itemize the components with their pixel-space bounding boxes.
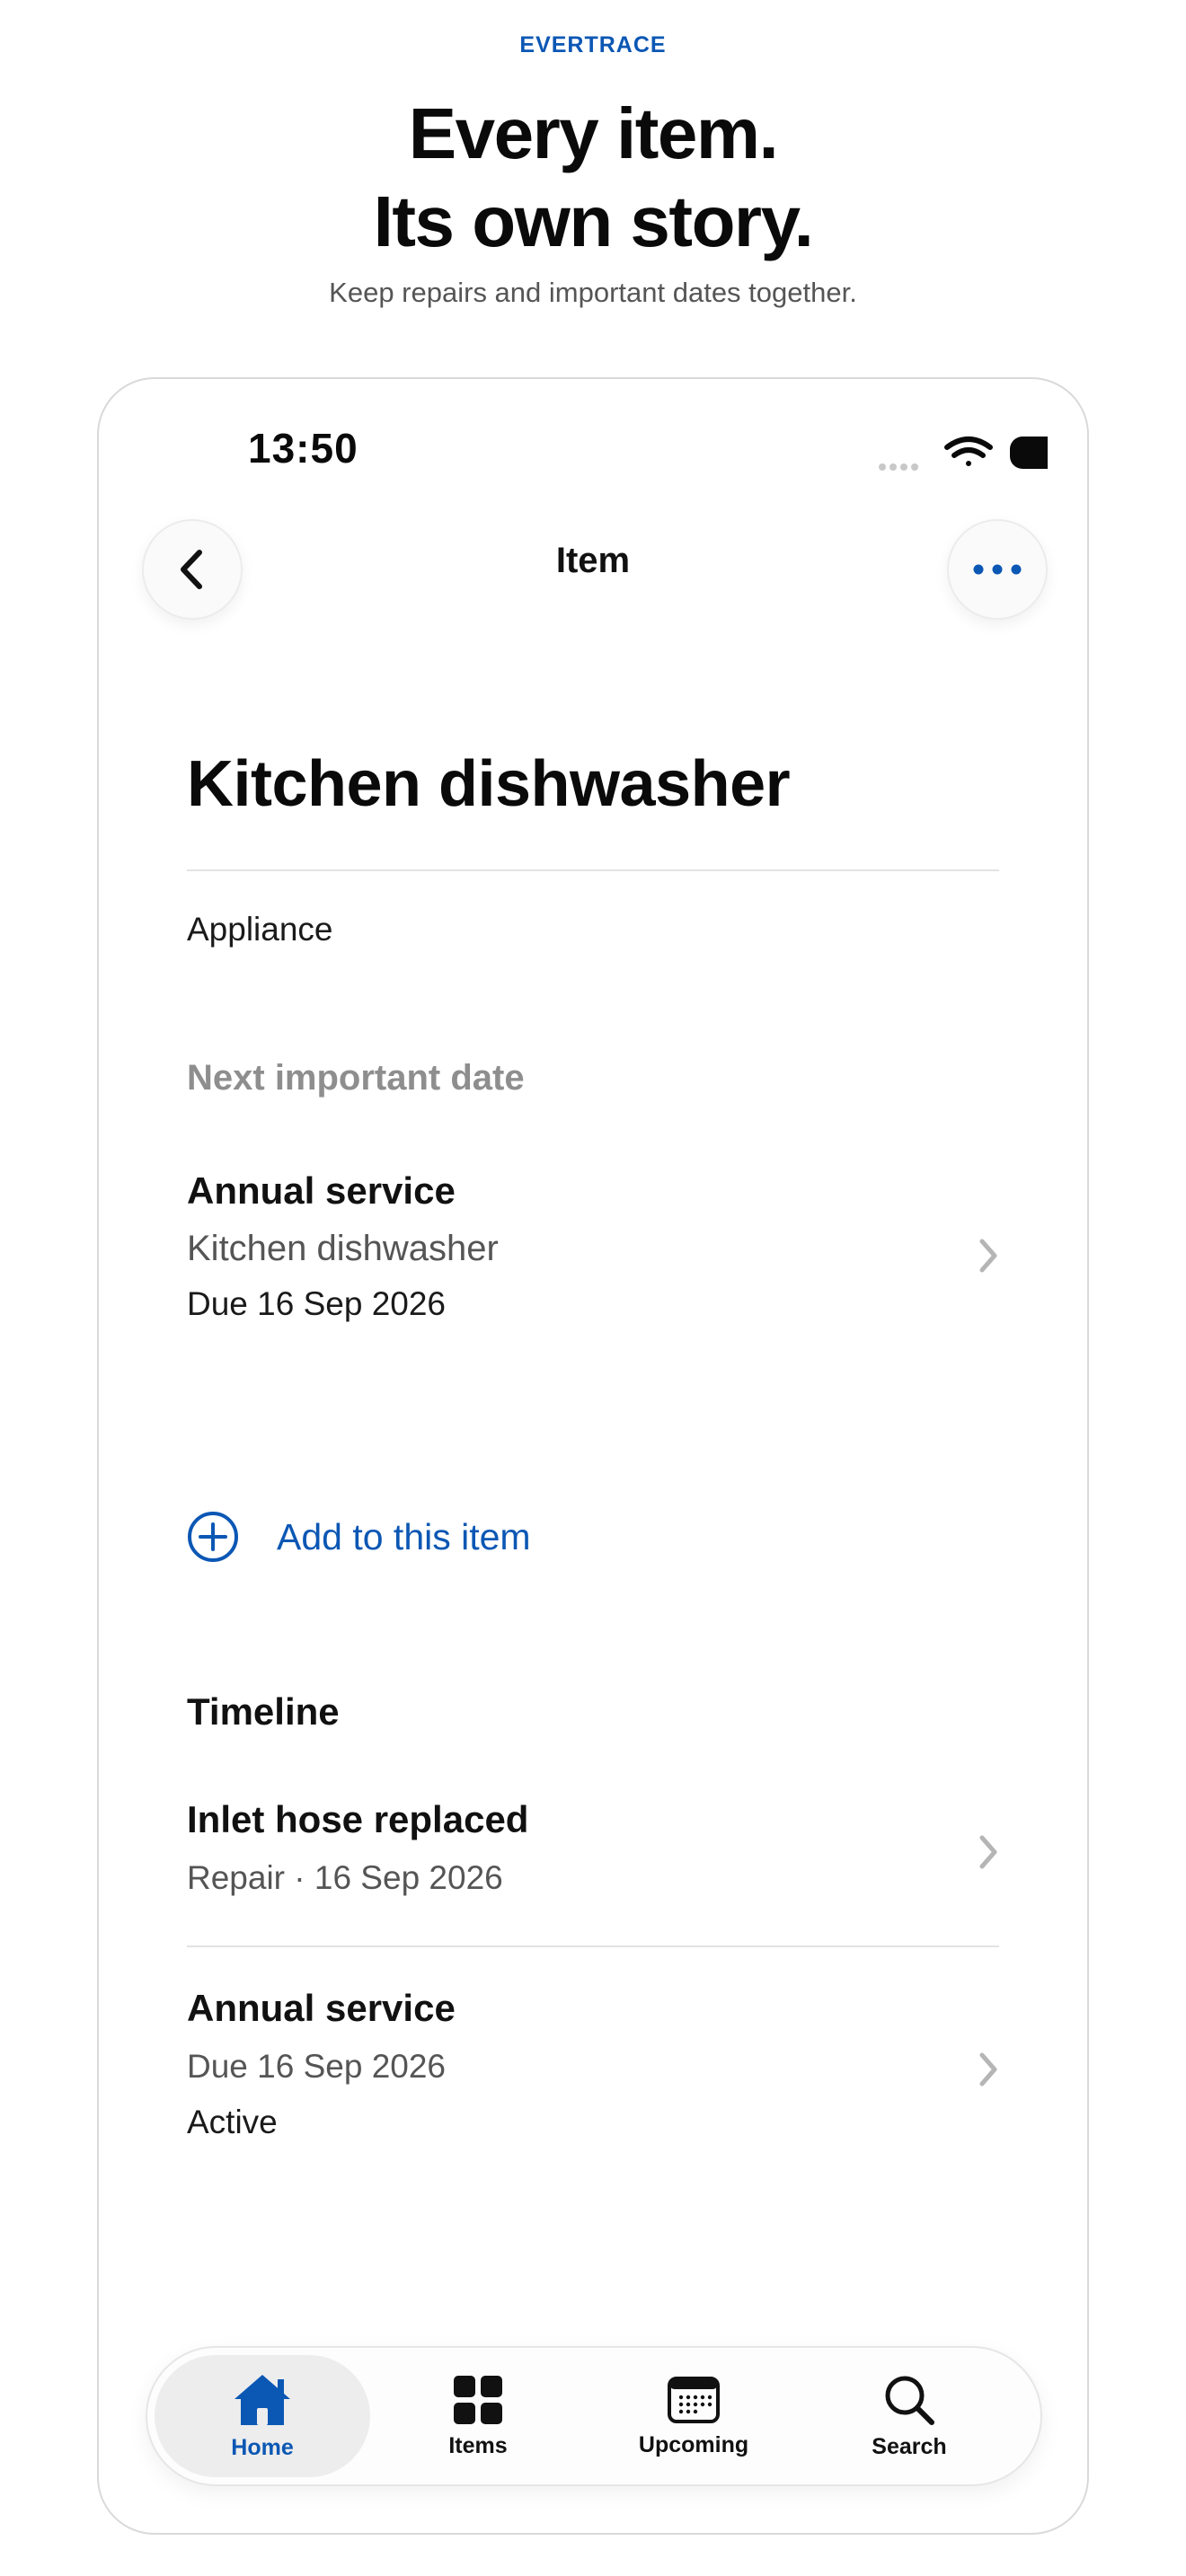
headline-line-1: Every item. — [408, 93, 779, 173]
next-date-row[interactable]: Annual service Kitchen dishwasher Due 16… — [187, 1169, 999, 1349]
tab-label: Items — [448, 2432, 508, 2458]
next-date-due: Due 16 Sep 2026 — [187, 1285, 447, 1322]
chevron-right-icon — [979, 1239, 997, 1273]
hero-subhead: Keep repairs and important dates togethe… — [329, 277, 857, 308]
item-title: Kitchen dishwasher — [187, 748, 791, 820]
nav-title: Item — [555, 541, 631, 580]
add-to-item-label: Add to this item — [277, 1515, 531, 1557]
wifi-icon — [944, 437, 993, 466]
cellular-signal-icon — [879, 463, 918, 471]
timeline-entry-title: Inlet hose replaced — [187, 1798, 529, 1840]
timeline-divider — [187, 1945, 999, 1947]
tab-label: Upcoming — [638, 2431, 749, 2457]
tab-upcoming[interactable]: Upcoming — [586, 2355, 801, 2477]
tab-bar: Home Items Upcoming Search — [146, 2346, 1042, 2486]
tab-label: Search — [872, 2433, 947, 2459]
calendar-icon — [668, 2376, 720, 2423]
timeline-entry-subtitle: Repair · 16 Sep 2026 — [187, 1859, 503, 1896]
hero-headline: Every item. Its own story. — [0, 90, 1186, 266]
timeline-entry-title: Annual service — [187, 1987, 456, 2029]
chevron-right-icon — [979, 1835, 997, 1869]
timeline-heading: Timeline — [187, 1690, 340, 1733]
search-icon — [885, 2376, 934, 2425]
grid-icon — [454, 2375, 502, 2424]
timeline-entry-subtitle: Due 16 Sep 2026 — [187, 2048, 447, 2085]
status-icons — [879, 437, 1048, 471]
tab-home[interactable]: Home — [155, 2355, 370, 2477]
brand-label: EVERTRACE — [519, 32, 667, 57]
phone-frame: 13:50 Item Kitchen dishwasher Appliance … — [97, 377, 1089, 2535]
ellipsis-icon — [973, 564, 1022, 575]
timeline-entry[interactable]: Inlet hose replaced Repair · 16 Sep 2026 — [187, 1798, 999, 1924]
house-icon — [235, 2374, 290, 2425]
status-time: 13:50 — [248, 425, 358, 472]
title-divider — [187, 869, 999, 871]
item-category: Appliance — [187, 911, 333, 948]
tab-items[interactable]: Items — [370, 2355, 586, 2477]
battery-icon — [1010, 437, 1048, 469]
timeline-entry[interactable]: Annual service Due 16 Sep 2026 Active — [187, 1987, 999, 2166]
next-date-heading: Next important date — [187, 1058, 525, 1098]
more-options-button[interactable] — [947, 519, 1048, 620]
chevron-right-icon — [979, 2052, 997, 2086]
timeline-entry-status: Active — [187, 2104, 278, 2140]
next-date-item-name: Kitchen dishwasher — [187, 1229, 499, 1268]
headline-line-2: Its own story. — [373, 181, 814, 261]
add-to-item-button[interactable]: Add to this item — [187, 1511, 531, 1563]
tab-label: Home — [231, 2434, 294, 2460]
tab-search[interactable]: Search — [801, 2355, 1017, 2477]
next-date-title: Annual service — [187, 1169, 456, 1212]
plus-circle-icon — [188, 1512, 238, 1562]
